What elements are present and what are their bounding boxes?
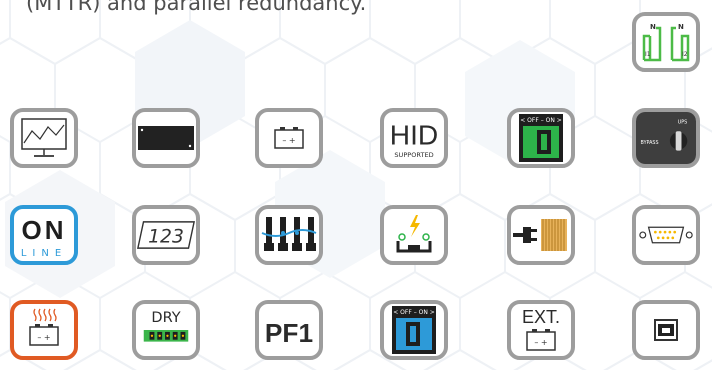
ext-battery-tile[interactable]: EXT. – +	[507, 300, 575, 360]
coil-plug-icon	[513, 219, 567, 251]
transfer-switch-tile[interactable]: N N I1 I2	[632, 12, 700, 72]
online-label: ON LINE	[21, 215, 67, 259]
cable-mgmt-tile[interactable]	[255, 205, 323, 265]
contact-spark-icon	[396, 215, 432, 253]
hid-label: HID SUPPORTED	[390, 120, 438, 159]
online-tile[interactable]: ON LINE	[10, 205, 78, 265]
switch-i1: I1	[645, 51, 651, 58]
transfer-switch-icon: N N I1 I2	[642, 23, 690, 62]
bypass-tile[interactable]: UPS BYPASS	[632, 108, 700, 168]
dry-label: DRY	[151, 310, 180, 326]
monitor-chart-icon	[21, 118, 67, 157]
ext-battery-sign: – +	[534, 338, 547, 347]
breaker-green-icon: < OFF – ON >	[519, 114, 563, 162]
usb-port-tile[interactable]	[632, 300, 700, 360]
breaker-green-label: < OFF – ON >	[520, 117, 562, 124]
coil-plug-tile[interactable]	[507, 205, 575, 265]
heater-battery-sign: – +	[37, 333, 50, 342]
hid-tile[interactable]: HID SUPPORTED	[380, 108, 448, 168]
dry-contact-icon: DRY	[143, 310, 189, 342]
counter-tile[interactable]: 123	[132, 205, 200, 265]
breaker-blue-icon: < OFF – ON >	[392, 306, 436, 354]
online-main-text: ON	[22, 215, 67, 245]
rack-panel-icon	[138, 126, 194, 150]
pf1-tile[interactable]: PF1	[255, 300, 323, 360]
heated-battery-tile[interactable]: – +	[10, 300, 78, 360]
hid-main-text: HID	[390, 120, 438, 151]
pf1-text: PF1	[265, 318, 313, 348]
serial-port-icon	[639, 226, 693, 244]
monitor-tile[interactable]	[10, 108, 78, 168]
rack-panel-tile[interactable]	[132, 108, 200, 168]
hexagon-background	[0, 0, 712, 370]
cable-management-icon	[261, 217, 317, 251]
external-battery-icon: EXT. – +	[522, 307, 560, 351]
heated-battery-icon: – +	[29, 308, 59, 346]
breaker-blue-tile[interactable]: < OFF – ON >	[380, 300, 448, 360]
breaker-green-tile[interactable]: < OFF – ON >	[507, 108, 575, 168]
bypass-switch-icon: UPS BYPASS	[636, 112, 696, 164]
serial-port-tile[interactable]	[632, 205, 700, 265]
dry-contact-tile[interactable]: DRY	[132, 300, 200, 360]
switch-n-left: N	[650, 23, 656, 31]
online-sub-text: LINE	[21, 248, 67, 259]
switch-n-right: N	[678, 23, 684, 31]
battery-icon: – +	[274, 127, 304, 149]
ext-label: EXT.	[522, 307, 560, 327]
counter-icon: 123	[137, 221, 195, 249]
bypass-ups-text: UPS	[678, 119, 688, 125]
usb-b-port-icon	[654, 319, 678, 341]
top-caption: (MTTR) and parallel redundancy.	[26, 0, 367, 15]
battery-tile[interactable]: – +	[255, 108, 323, 168]
switch-i2: I2	[682, 51, 688, 58]
contact-spark-tile[interactable]	[380, 205, 448, 265]
battery-sign: – +	[282, 136, 295, 145]
counter-text: 123	[148, 227, 184, 248]
bypass-bypass-text: BYPASS	[641, 140, 659, 146]
pf1-label: PF1	[265, 318, 313, 348]
hid-sub-text: SUPPORTED	[394, 151, 433, 159]
breaker-blue-label: < OFF – ON >	[393, 309, 435, 316]
